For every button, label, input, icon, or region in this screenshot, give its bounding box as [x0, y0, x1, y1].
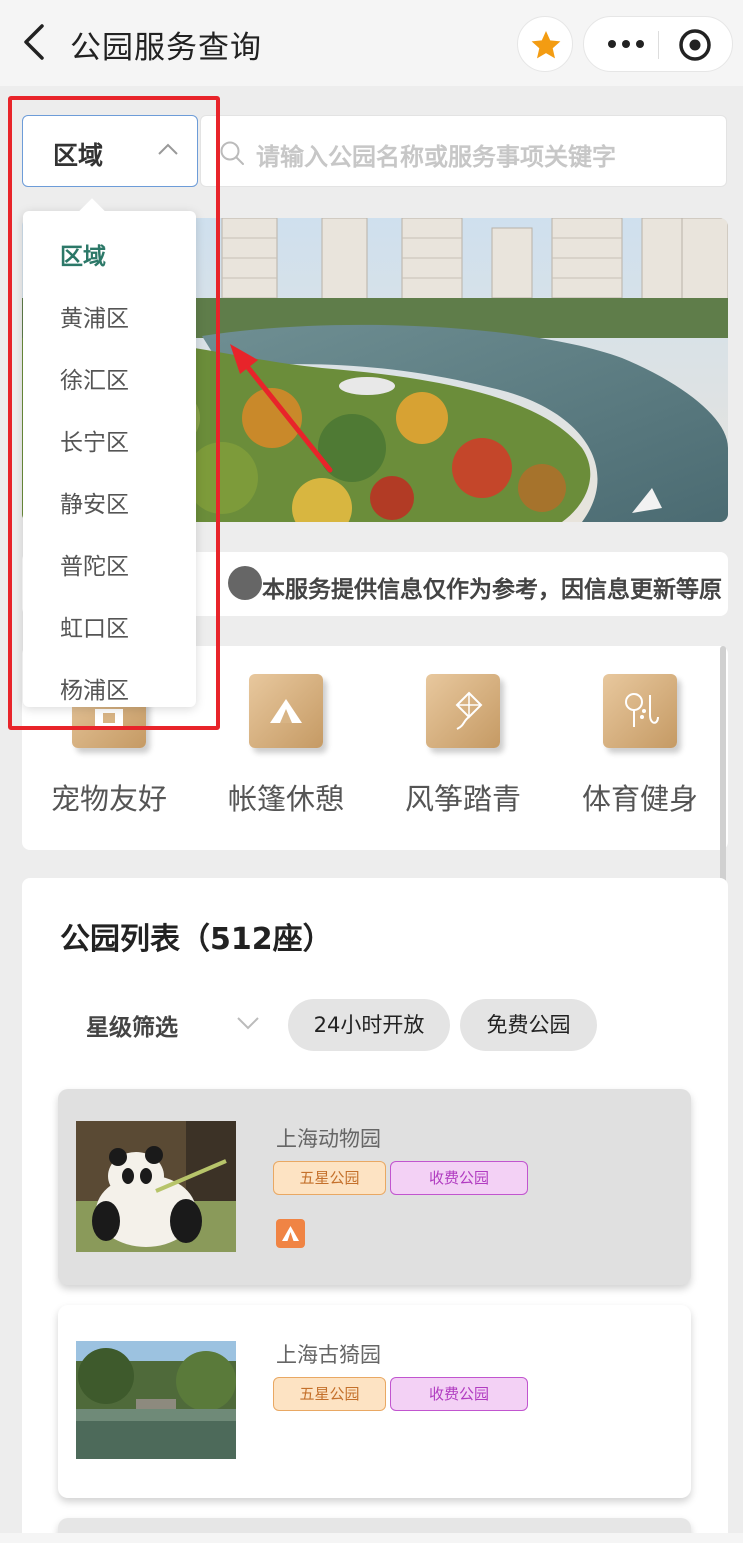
category-label: 风筝踏青 [404, 782, 521, 816]
park-thumbnail-garden [76, 1341, 236, 1459]
fitness-icon [603, 674, 677, 748]
tent-icon [276, 1219, 305, 1248]
notice-icon [228, 566, 262, 600]
filter-free-park[interactable]: 免费公园 [460, 999, 597, 1051]
category-label: 帐篷休憩 [227, 782, 344, 816]
bottom-edge [0, 1533, 743, 1543]
tag-paid: 收费公园 [390, 1161, 528, 1195]
park-name: 上海动物园 [276, 1127, 381, 1151]
more-button[interactable] [604, 29, 648, 59]
page-title: 公园服务查询 [70, 30, 262, 66]
mini-program-capsule [583, 16, 733, 72]
back-button[interactable] [18, 22, 54, 62]
capsule-divider [658, 31, 659, 59]
tag-paid: 收费公园 [390, 1377, 528, 1411]
park-list-title: 公园列表（512座） [60, 922, 333, 957]
park-name: 上海古猗园 [276, 1343, 381, 1367]
close-mini-program-button[interactable] [678, 28, 712, 66]
category-kite[interactable]: 风筝踏青 [388, 674, 538, 818]
kite-icon [426, 674, 500, 748]
notice-text: 本服务提供信息仅作为参考，因信息更新等原 [262, 577, 722, 603]
favorite-button[interactable] [517, 16, 573, 72]
tent-icon [249, 674, 323, 748]
tag-five-star: 五星公园 [273, 1161, 386, 1195]
search-input[interactable]: 请输入公园名称或服务事项关键字 [200, 115, 727, 187]
annotation-highlight-box [8, 96, 220, 730]
chevron-down-icon[interactable] [236, 1016, 260, 1030]
target-icon [679, 29, 711, 61]
category-label: 体育健身 [581, 782, 698, 816]
park-thumbnail-panda [76, 1121, 236, 1252]
category-fitness[interactable]: 体育健身 [565, 674, 715, 818]
more-dots-icon [608, 40, 644, 48]
category-tent-rest[interactable]: 帐篷休憩 [211, 674, 361, 818]
top-bar: 公园服务查询 [0, 0, 743, 86]
category-label: 宠物友好 [50, 782, 167, 816]
filter-24h-open[interactable]: 24小时开放 [288, 999, 450, 1051]
tag-five-star: 五星公园 [273, 1377, 386, 1411]
star-icon [531, 31, 561, 59]
chevron-left-icon [24, 24, 44, 60]
annotation-arrow-icon [230, 344, 333, 473]
park-card[interactable]: 上海古猗园 五星公园 收费公园 [58, 1305, 691, 1498]
park-list-panel: 公园列表（512座） 星级筛选 24小时开放 免费公园 上海动物园 五星公园 收… [22, 878, 728, 1543]
rating-filter[interactable]: 星级筛选 [86, 1008, 178, 1042]
search-icon [220, 141, 244, 165]
park-card[interactable]: 上海动物园 五星公园 收费公园 [58, 1089, 691, 1285]
search-placeholder: 请输入公园名称或服务事项关键字 [256, 143, 616, 171]
